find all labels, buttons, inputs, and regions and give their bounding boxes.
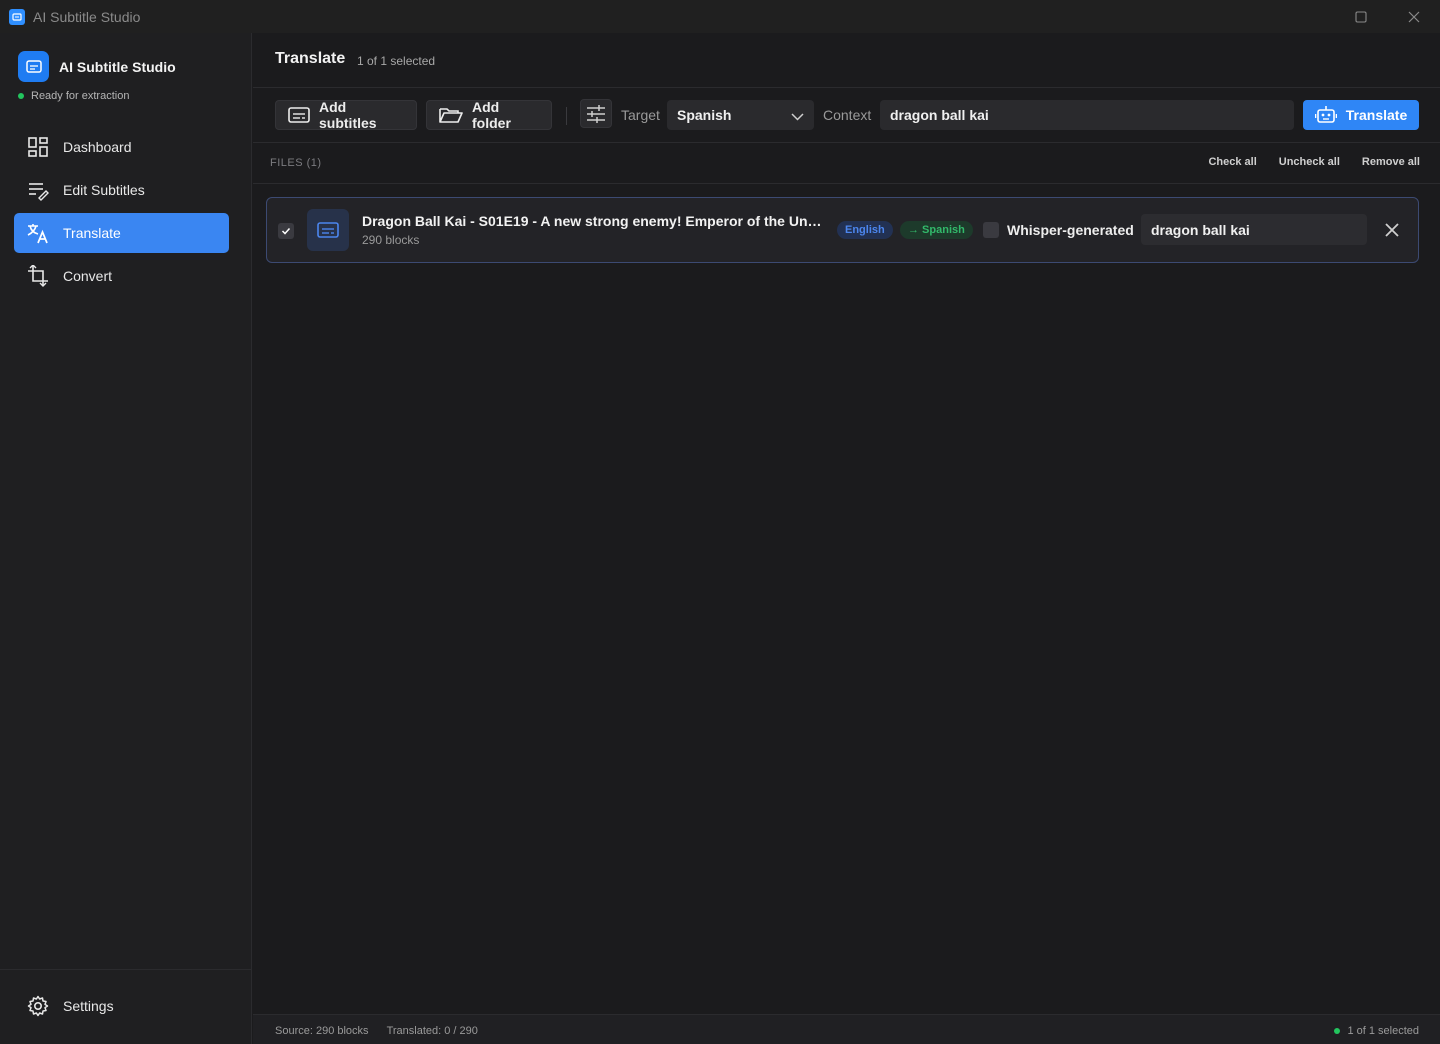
target-language-badge: → Spanish <box>900 221 973 239</box>
status-indicator: Ready for extraction <box>18 90 129 102</box>
x-icon <box>1408 11 1419 22</box>
main-panel: Translate 1 of 1 selected Add subtitles … <box>253 33 1440 1044</box>
file-row[interactable]: Dragon Ball Kai - S01E19 - A new strong … <box>266 197 1419 263</box>
check-icon <box>281 227 291 235</box>
status-text: Ready for extraction <box>31 90 130 102</box>
square-icon <box>1354 10 1367 23</box>
sidebar-item-label: Dashboard <box>63 139 132 155</box>
edit-lines-icon <box>26 178 50 202</box>
translate-button-label: Translate <box>1345 107 1408 123</box>
translated-progress: Translated: 0 / 290 <box>386 1025 478 1037</box>
status-dot <box>18 93 24 99</box>
page-header: Translate 1 of 1 selected <box>253 33 1440 88</box>
sidebar-item-convert[interactable]: Convert <box>14 256 229 296</box>
brand-logo-icon <box>18 51 49 82</box>
window-title: AI Subtitle Studio <box>33 8 141 25</box>
sidebar-nav: Dashboard Edit Subtitles Translate Conve… <box>14 127 229 299</box>
check-all-button[interactable]: Check all <box>1208 156 1256 168</box>
window-titlebar: AI Subtitle Studio <box>0 0 1440 33</box>
context-input[interactable] <box>880 100 1294 130</box>
file-context-input[interactable] <box>1141 214 1367 245</box>
subtitle-file-icon <box>307 209 349 251</box>
uncheck-all-button[interactable]: Uncheck all <box>1279 156 1340 168</box>
target-label: Target <box>621 107 660 123</box>
add-subtitles-button[interactable]: Add subtitles <box>275 99 417 131</box>
status-dot <box>1334 1028 1341 1034</box>
sidebar: AI Subtitle Studio Ready for extraction … <box>0 33 252 1044</box>
file-name: Dragon Ball Kai - S01E19 - A new strong … <box>362 213 824 229</box>
sidebar-footer: Settings <box>0 969 251 1044</box>
status-bar: Source: 290 blocks Translated: 0 / 290 1… <box>253 1014 1440 1044</box>
sidebar-item-label: Edit Subtitles <box>63 182 145 198</box>
maximize-button[interactable] <box>1334 0 1387 33</box>
toolbar: Add subtitles Add folder Target Spanish … <box>253 88 1440 143</box>
statusbar-selection: 1 of 1 selected <box>1347 1025 1419 1037</box>
target-language-value: Spanish <box>677 107 732 123</box>
add-folder-button[interactable]: Add folder <box>426 99 552 131</box>
brand-name: AI Subtitle Studio <box>59 58 176 75</box>
sidebar-item-translate[interactable]: Translate <box>14 213 229 253</box>
whisper-checkbox[interactable] <box>983 222 999 238</box>
close-window-button[interactable] <box>1387 0 1440 33</box>
sidebar-item-edit-subtitles[interactable]: Edit Subtitles <box>14 170 229 210</box>
selection-count: 1 of 1 selected <box>357 54 436 68</box>
app-icon <box>9 8 25 25</box>
chevron-down-icon <box>791 109 804 125</box>
sidebar-item-settings[interactable]: Settings <box>26 994 114 1018</box>
remove-file-button[interactable] <box>1382 220 1402 240</box>
subtitles-icon <box>288 106 310 124</box>
file-block-count: 290 blocks <box>362 233 420 247</box>
remove-all-button[interactable]: Remove all <box>1362 156 1420 168</box>
sidebar-item-dashboard[interactable]: Dashboard <box>14 127 229 167</box>
brand: AI Subtitle Studio <box>18 51 176 82</box>
source-block-count: Source: 290 blocks <box>275 1025 369 1037</box>
robot-icon <box>1314 105 1337 125</box>
close-icon <box>1385 223 1399 237</box>
settings-label: Settings <box>63 998 114 1014</box>
files-header: FILES (1) Check all Uncheck all Remove a… <box>253 143 1440 184</box>
whisper-label: Whisper-generated <box>1007 222 1134 238</box>
folder-open-icon <box>439 106 463 124</box>
translate-icon <box>26 221 50 245</box>
toolbar-divider <box>566 107 567 125</box>
add-subtitles-label: Add subtitles <box>319 99 377 131</box>
gear-icon <box>26 994 50 1018</box>
add-folder-label: Add folder <box>472 99 511 131</box>
options-button[interactable] <box>580 99 612 128</box>
context-label: Context <box>823 107 872 123</box>
target-language-select[interactable]: Spanish <box>667 100 814 130</box>
sliders-icon <box>587 104 605 123</box>
sidebar-item-label: Translate <box>63 225 121 241</box>
files-count-label: FILES (1) <box>270 157 322 169</box>
file-checkbox[interactable] <box>278 223 294 239</box>
crop-convert-icon <box>26 264 50 288</box>
source-language-badge: English <box>837 221 893 239</box>
dashboard-icon <box>26 135 50 159</box>
translate-button[interactable]: Translate <box>1303 100 1419 130</box>
sidebar-item-label: Convert <box>63 268 113 284</box>
page-title: Translate <box>275 50 346 67</box>
